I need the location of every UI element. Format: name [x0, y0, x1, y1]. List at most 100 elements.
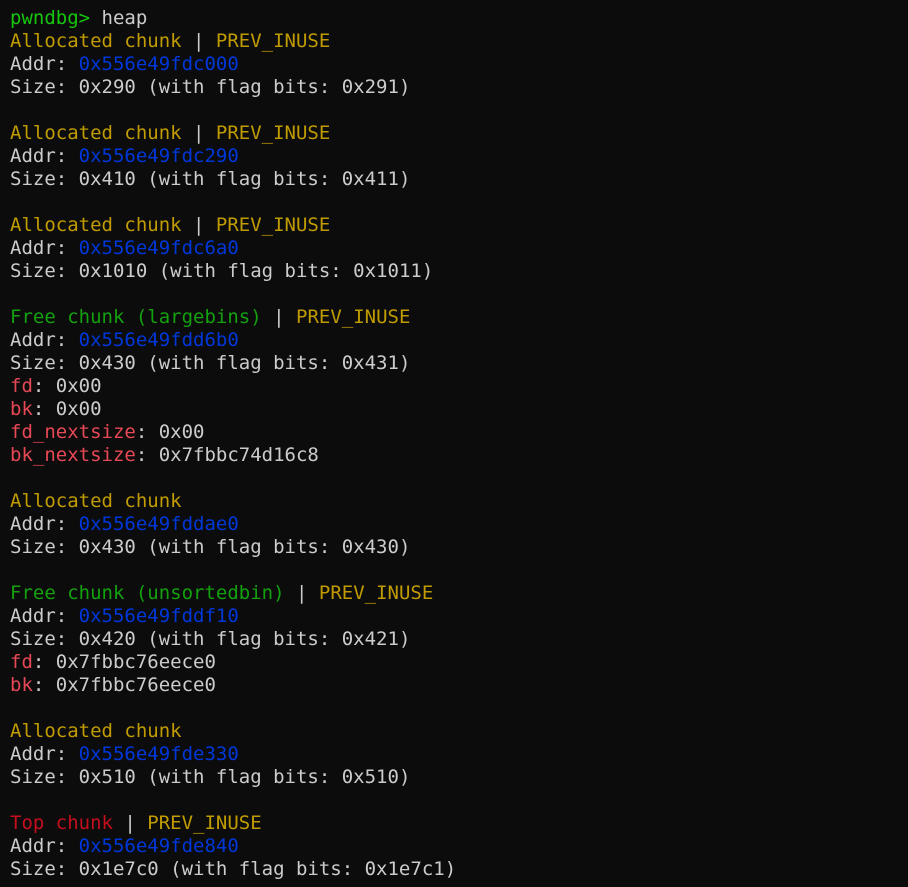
addr-label: Addr: [10, 329, 79, 351]
chunk-flag-bits: (with flag bits: 0x421) [135, 628, 411, 650]
chunk-addr-line: Addr: 0x556e49fdd6b0 [10, 329, 908, 352]
chunk-flag-bits: (with flag bits: 0x510) [135, 766, 411, 788]
chunk-separator: | [181, 122, 216, 144]
field-name: fd [10, 375, 33, 397]
size-label: Size: [10, 628, 79, 650]
field-value: : 0x00 [32, 375, 102, 397]
heap-chunk: Top chunk | PREV_INUSE Addr: 0x556e49fde8… [10, 812, 908, 881]
chunk-size: 0x290 [78, 76, 136, 98]
chunk-status: Allocated chunk [10, 30, 182, 52]
chunk-status: Free chunk (unsortedbin) [10, 582, 285, 604]
chunk-flag: PREV_INUSE [296, 306, 411, 328]
chunk-size-line: Size: 0x410 (with flag bits: 0x411) [10, 168, 908, 191]
chunk-flag-bits: (with flag bits: 0x291) [135, 76, 411, 98]
size-label: Size: [10, 260, 79, 282]
chunk-addr: 0x556e49fdc000 [78, 53, 239, 75]
addr-label: Addr: [10, 743, 79, 765]
chunk-separator: | [261, 306, 296, 328]
chunk-size-line: Size: 0x510 (with flag bits: 0x510) [10, 766, 908, 789]
chunk-flag-bits: (with flag bits: 0x411) [135, 168, 411, 190]
heap-chunk: Free chunk (unsortedbin) | PREV_INUSE Add… [10, 582, 908, 697]
terminal-output[interactable]: pwndbg> heap Allocated chunk | PREV_INUS… [10, 7, 908, 881]
size-label: Size: [10, 76, 79, 98]
chunk-addr-line: Addr: 0x556e49fddf10 [10, 605, 908, 628]
chunk-separator: | [284, 582, 319, 604]
chunk-addr-line: Addr: 0x556e49fdc290 [10, 145, 908, 168]
chunk-size: 0x430 [78, 536, 136, 558]
addr-label: Addr: [10, 605, 79, 627]
chunk-pointer-field: fd_nextsize: 0x00 [10, 421, 908, 444]
command-text: heap [101, 7, 148, 29]
chunk-addr-line: Addr: 0x556e49fde840 [10, 835, 908, 858]
chunk-flag: PREV_INUSE [215, 122, 331, 144]
chunk-addr: 0x556e49fde840 [78, 835, 239, 857]
chunk-pointer-field: bk: 0x00 [10, 398, 908, 421]
heap-chunk: Allocated chunk | PREV_INUSE Addr: 0x556e… [10, 30, 908, 99]
chunk-separator: | [181, 214, 216, 236]
chunk-flag: PREV_INUSE [215, 214, 331, 236]
chunk-size: 0x410 [78, 168, 136, 190]
chunk-addr-line: Addr: 0x556e49fddae0 [10, 513, 908, 536]
chunk-addr: 0x556e49fdd6b0 [78, 329, 239, 351]
chunk-flag: PREV_INUSE [215, 30, 331, 52]
field-value: : 0x7fbbc76eece0 [32, 674, 216, 696]
field-value: : 0x7fbbc74d16c8 [135, 444, 319, 466]
chunk-status: Allocated chunk [10, 490, 182, 512]
chunk-addr: 0x556e49fdc290 [78, 145, 239, 167]
chunk-flag: PREV_INUSE [147, 812, 262, 834]
field-value: : 0x00 [135, 421, 205, 443]
addr-label: Addr: [10, 513, 79, 535]
chunk-size-line: Size: 0x1e7c0 (with flag bits: 0x1e7c1) [10, 858, 908, 881]
chunk-size-line: Size: 0x430 (with flag bits: 0x430) [10, 536, 908, 559]
chunk-header: Allocated chunk [10, 720, 908, 743]
prompt: pwndbg> [10, 7, 91, 29]
chunk-separator: | [181, 30, 216, 52]
chunk-status: Allocated chunk [10, 122, 182, 144]
field-name: bk_nextsize [10, 444, 136, 466]
field-name: fd [10, 651, 33, 673]
chunk-size: 0x430 [78, 352, 136, 374]
chunk-addr: 0x556e49fddf10 [78, 605, 239, 627]
chunk-addr: 0x556e49fddae0 [78, 513, 239, 535]
chunk-status: Free chunk (largebins) [10, 306, 262, 328]
chunk-flag: PREV_INUSE [318, 582, 434, 604]
chunk-flag-bits: (with flag bits: 0x1e7c1) [158, 858, 457, 880]
chunk-header: Allocated chunk | PREV_INUSE [10, 30, 908, 53]
addr-label: Addr: [10, 145, 79, 167]
size-label: Size: [10, 536, 79, 558]
field-name: fd_nextsize [10, 421, 136, 443]
chunk-header: Allocated chunk | PREV_INUSE [10, 214, 908, 237]
heap-chunk: Allocated chunk | PREV_INUSE Addr: 0x556e… [10, 122, 908, 191]
chunk-status: Allocated chunk [10, 214, 182, 236]
chunk-separator: | [112, 812, 148, 834]
chunk-flag-bits: (with flag bits: 0x430) [135, 536, 411, 558]
chunk-header: Allocated chunk [10, 490, 908, 513]
chunk-flag-bits: (with flag bits: 0x431) [135, 352, 411, 374]
addr-label: Addr: [10, 835, 79, 857]
chunk-addr-line: Addr: 0x556e49fdc6a0 [10, 237, 908, 260]
chunk-size-line: Size: 0x420 (with flag bits: 0x421) [10, 628, 908, 651]
size-label: Size: [10, 352, 79, 374]
chunk-size: 0x510 [78, 766, 136, 788]
chunk-size: 0x1010 [78, 260, 148, 282]
chunk-size: 0x420 [78, 628, 136, 650]
chunk-header: Top chunk | PREV_INUSE [10, 812, 908, 835]
size-label: Size: [10, 858, 79, 880]
chunk-flag-bits: (with flag bits: 0x1011) [147, 260, 434, 282]
field-value: : 0x7fbbc76eece0 [32, 651, 216, 673]
chunk-size: 0x1e7c0 [78, 858, 159, 880]
field-name: bk [10, 398, 33, 420]
field-name: bk [10, 674, 33, 696]
heap-chunk: Free chunk (largebins) | PREV_INUSE Addr:… [10, 306, 908, 467]
chunk-header: Free chunk (unsortedbin) | PREV_INUSE [10, 582, 908, 605]
size-label: Size: [10, 766, 79, 788]
chunk-size-line: Size: 0x430 (with flag bits: 0x431) [10, 352, 908, 375]
chunk-addr: 0x556e49fdc6a0 [78, 237, 239, 259]
chunk-pointer-field: bk_nextsize: 0x7fbbc74d16c8 [10, 444, 908, 467]
chunk-status: Allocated chunk [10, 720, 182, 742]
